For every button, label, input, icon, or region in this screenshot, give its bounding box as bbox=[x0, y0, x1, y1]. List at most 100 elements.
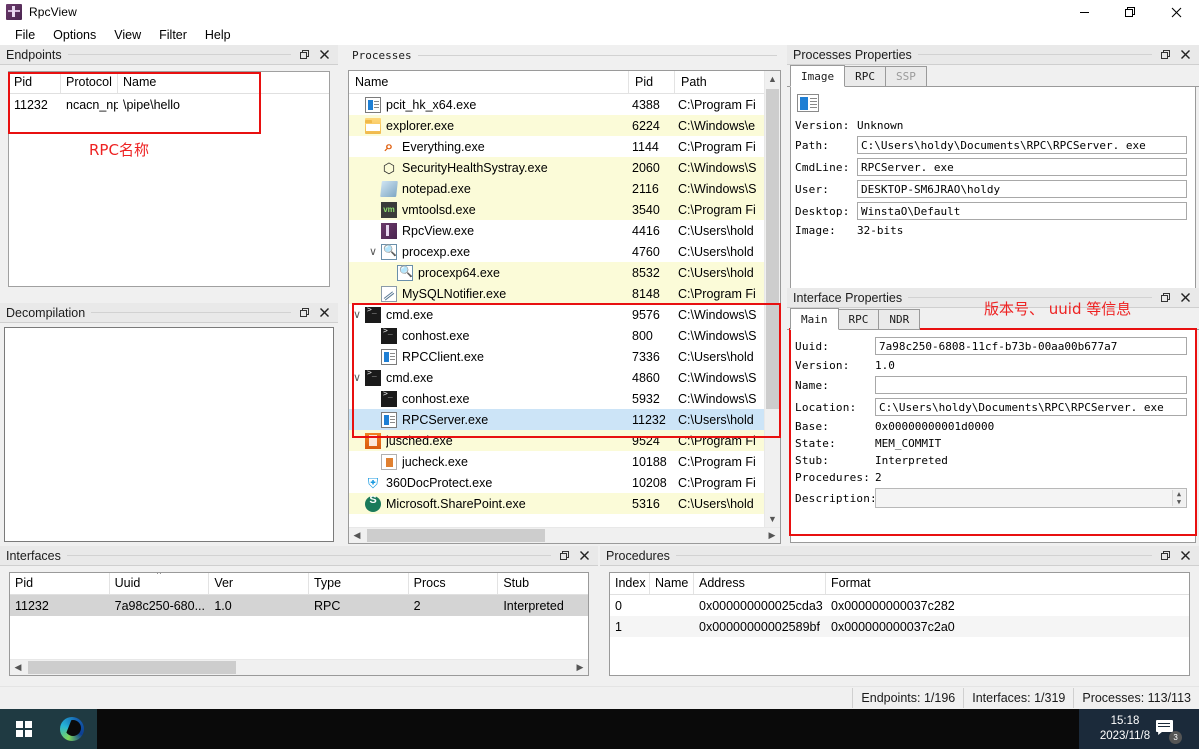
tab-image[interactable]: Image bbox=[790, 65, 845, 87]
decompilation-editor[interactable] bbox=[4, 327, 334, 542]
description-spinner[interactable]: ▲ ▼ bbox=[1172, 490, 1185, 506]
process-row[interactable]: RpcView.exe4416C:\Users\hold bbox=[349, 220, 780, 241]
column-name[interactable]: Name bbox=[118, 72, 318, 93]
taskbar-system-tray[interactable]: 15:18 2023/11/8 3 bbox=[1079, 709, 1199, 749]
edge-browser-button[interactable] bbox=[48, 709, 96, 749]
uuid-input[interactable]: 7a98c250-6808-11cf-b73b-00aa00b677a7 bbox=[875, 337, 1187, 355]
scroll-left-icon[interactable]: ◀ bbox=[10, 662, 26, 673]
path-input[interactable]: C:\Users\holdy\Documents\RPC\RPCServer. … bbox=[857, 136, 1187, 154]
column-pid[interactable]: Pid bbox=[629, 71, 675, 93]
process-row[interactable]: vmvmtoolsd.exe3540C:\Program Fi bbox=[349, 199, 780, 220]
float-icon[interactable] bbox=[297, 46, 314, 63]
column-protocol[interactable]: ^ Protocol bbox=[61, 72, 118, 93]
location-input[interactable]: C:\Users\holdy\Documents\RPC\RPCServer. … bbox=[875, 398, 1187, 416]
processes-tree[interactable]: Name Pid Path pcit_hk_x64.exe4388C:\Prog… bbox=[348, 70, 781, 544]
float-icon[interactable] bbox=[297, 304, 314, 321]
interfaces-list[interactable]: Pid ^ Uuid Ver Type Procs Stub 11232 7a9… bbox=[9, 572, 589, 676]
notifications-button[interactable]: 3 bbox=[1156, 718, 1178, 740]
float-icon[interactable] bbox=[1158, 46, 1175, 63]
menu-file[interactable]: File bbox=[6, 25, 44, 45]
close-icon[interactable] bbox=[1177, 46, 1194, 63]
hscroll-thumb[interactable] bbox=[28, 661, 236, 674]
hscroll-track[interactable] bbox=[26, 660, 572, 675]
process-row[interactable]: conhost.exe5932C:\Windows\S bbox=[349, 388, 780, 409]
column-procs[interactable]: Procs bbox=[409, 573, 499, 594]
process-row[interactable]: RPCServer.exe11232C:\Users\hold bbox=[349, 409, 780, 430]
scroll-down-icon[interactable]: ▼ bbox=[765, 511, 780, 527]
tab-rpc[interactable]: RPC bbox=[838, 309, 880, 330]
column-name[interactable]: Name bbox=[349, 71, 629, 93]
float-icon[interactable] bbox=[1158, 547, 1175, 564]
cmdline-input[interactable]: RPCServer. exe bbox=[857, 158, 1187, 176]
close-icon[interactable] bbox=[1177, 289, 1194, 306]
process-row[interactable]: ⛨360DocProtect.exe10208C:\Program Fi bbox=[349, 472, 780, 493]
spin-down-icon[interactable]: ▼ bbox=[1177, 499, 1181, 506]
menu-view[interactable]: View bbox=[105, 25, 150, 45]
column-stub[interactable]: Stub bbox=[498, 573, 588, 594]
process-row[interactable]: pcit_hk_x64.exe4388C:\Program Fi bbox=[349, 94, 780, 115]
maximize-button[interactable] bbox=[1107, 0, 1153, 24]
process-row[interactable]: RPCClient.exe7336C:\Users\hold bbox=[349, 346, 780, 367]
process-row[interactable]: explorer.exe6224C:\Windows\e bbox=[349, 115, 780, 136]
spin-up-icon[interactable]: ▲ bbox=[1177, 491, 1181, 498]
processes-vscrollbar[interactable]: ▲ ▼ bbox=[764, 71, 780, 527]
hscroll-thumb[interactable] bbox=[367, 529, 545, 542]
float-icon[interactable] bbox=[1158, 289, 1175, 306]
start-button[interactable] bbox=[0, 709, 48, 749]
tab-ndr[interactable]: NDR bbox=[878, 309, 920, 330]
process-row[interactable]: ∨cmd.exe9576C:\Windows\S bbox=[349, 304, 780, 325]
close-button[interactable] bbox=[1153, 0, 1199, 24]
column-pid[interactable]: Pid bbox=[10, 573, 110, 594]
expand-collapse-icon[interactable]: ∨ bbox=[349, 372, 365, 384]
name-input[interactable] bbox=[875, 376, 1187, 394]
column-format[interactable]: Format bbox=[826, 573, 1026, 594]
desktop-input[interactable]: WinstaO\Default bbox=[857, 202, 1187, 220]
scroll-right-icon[interactable]: ▶ bbox=[572, 662, 588, 673]
column-uuid[interactable]: ^ Uuid bbox=[110, 573, 210, 594]
table-row[interactable]: 11232 ncacn_np \pipe\hello bbox=[9, 94, 329, 115]
column-type[interactable]: Type bbox=[309, 573, 409, 594]
process-row[interactable]: conhost.exe800C:\Windows\S bbox=[349, 325, 780, 346]
process-row[interactable]: procexp64.exe8532C:\Users\hold bbox=[349, 262, 780, 283]
menu-filter[interactable]: Filter bbox=[150, 25, 196, 45]
user-input[interactable]: DESKTOP-SM6JRAO\holdy bbox=[857, 180, 1187, 198]
procedures-list[interactable]: Index Name Address Format 0 0x0000000000… bbox=[609, 572, 1190, 676]
column-name[interactable]: Name bbox=[650, 573, 694, 594]
minimize-button[interactable] bbox=[1061, 0, 1107, 24]
process-row[interactable]: ⌕Everything.exe1144C:\Program Fi bbox=[349, 136, 780, 157]
tab-ssp[interactable]: SSP bbox=[885, 66, 927, 87]
process-row[interactable]: ⬡SecurityHealthSystray.exe2060C:\Windows… bbox=[349, 157, 780, 178]
process-row[interactable]: MySQLNotifier.exe8148C:\Program Fi bbox=[349, 283, 780, 304]
table-row[interactable]: 1 0x00000000002589bf 0x000000000037c2a0 bbox=[610, 616, 1189, 637]
column-address[interactable]: Address bbox=[694, 573, 826, 594]
process-row[interactable]: Microsoft.SharePoint.exe5316C:\Users\hol… bbox=[349, 493, 780, 514]
column-index[interactable]: Index bbox=[610, 573, 650, 594]
vscroll-thumb[interactable] bbox=[766, 89, 779, 409]
hscroll-track[interactable] bbox=[365, 528, 764, 543]
close-icon[interactable] bbox=[316, 304, 333, 321]
process-row[interactable]: notepad.exe2116C:\Windows\S bbox=[349, 178, 780, 199]
processes-hscrollbar[interactable]: ◀ ▶ bbox=[349, 527, 780, 543]
close-icon[interactable] bbox=[316, 46, 333, 63]
tab-rpc[interactable]: RPC bbox=[844, 66, 886, 87]
column-pid[interactable]: Pid bbox=[9, 72, 61, 93]
tab-main[interactable]: Main bbox=[790, 308, 839, 330]
interfaces-hscrollbar[interactable]: ◀ ▶ bbox=[10, 659, 588, 675]
column-ver[interactable]: Ver bbox=[209, 573, 309, 594]
process-row[interactable]: jucheck.exe10188C:\Program Fi bbox=[349, 451, 780, 472]
clock[interactable]: 15:18 2023/11/8 bbox=[1100, 714, 1156, 744]
menu-options[interactable]: Options bbox=[44, 25, 105, 45]
close-icon[interactable] bbox=[1177, 547, 1194, 564]
float-icon[interactable] bbox=[557, 547, 574, 564]
menu-help[interactable]: Help bbox=[196, 25, 240, 45]
scroll-right-icon[interactable]: ▶ bbox=[764, 530, 780, 541]
endpoints-list[interactable]: Pid ^ Protocol Name 11232 ncacn_np \pipe… bbox=[8, 71, 330, 287]
column-path[interactable]: Path bbox=[675, 71, 765, 93]
close-icon[interactable] bbox=[576, 547, 593, 564]
process-row[interactable]: jusched.exe9524C:\Program Fi bbox=[349, 430, 780, 451]
process-row[interactable]: ∨procexp.exe4760C:\Users\hold bbox=[349, 241, 780, 262]
expand-collapse-icon[interactable]: ∨ bbox=[349, 309, 365, 321]
table-row[interactable]: 0 0x000000000025cda3 0x000000000037c282 bbox=[610, 595, 1189, 616]
description-input[interactable]: ▲ ▼ bbox=[875, 488, 1187, 508]
process-row[interactable]: ∨cmd.exe4860C:\Windows\S bbox=[349, 367, 780, 388]
